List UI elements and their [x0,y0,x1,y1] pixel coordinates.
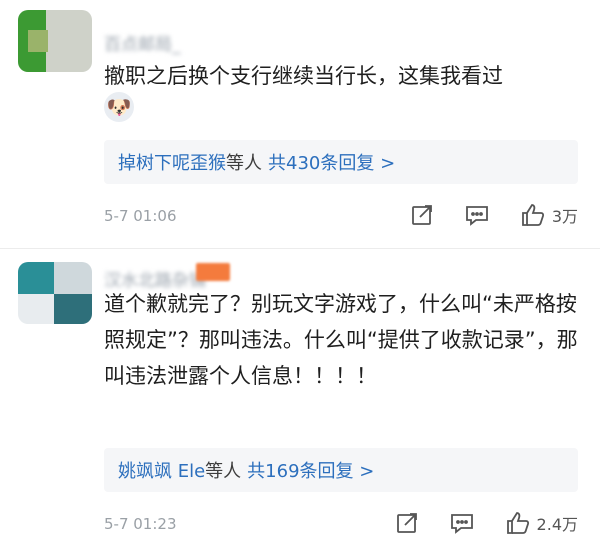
like-count: 3万 [551,207,578,226]
username[interactable]: 百点邮局_ [104,30,181,55]
replies-preview-button[interactable]: 姚飒飒 Ele 等人 共169条回复 > [104,448,578,492]
comment-text: 撤职之后换个支行继续当行长，这集我看过 [104,64,503,88]
avatar[interactable] [18,10,92,72]
share-button[interactable] [395,511,419,535]
share-icon [411,205,432,225]
comment-item: 汉水北路杂铺 道个歉就完了？别玩文字游戏了，什么叫“未严格按照规定”？那叫违法。… [0,248,600,534]
thumbs-up-icon [506,512,529,534]
comment-button[interactable] [449,511,475,535]
comment-timestamp: 5-7 01:06 [104,207,177,225]
reply-others-label: 等人 [205,461,242,482]
user-badge [196,263,230,281]
comment-button[interactable] [464,203,490,227]
emoji-sticker: 🐶 [104,92,134,122]
share-button[interactable] [410,203,434,227]
comment-item: 百点邮局_ 撤职之后换个支行继续当行长，这集我看过 🐶 掉树下呢歪猴 等人 共4… [0,0,600,248]
share-icon [396,513,417,533]
reply-count: 共169条回复 > [247,461,375,482]
reply-count: 共430条回复 > [268,153,396,174]
avatar[interactable] [18,262,92,324]
reply-usernames: 掉树下呢歪猴 [118,153,226,174]
comment-actions: 3万 [380,202,578,228]
thumbs-up-icon [521,204,544,226]
like-button[interactable]: 2.4万 [505,510,578,536]
comment-icon [450,514,473,534]
comment-timestamp: 5-7 01:23 [104,515,177,533]
comment-text: 道个歉就完了？别玩文字游戏了，什么叫“未严格按照规定”？那叫违法。什么叫“提供了… [104,292,578,388]
reply-usernames: 姚飒飒 Ele [118,461,206,482]
comment-icon [465,206,488,226]
reply-others-label: 等人 [226,153,262,174]
comment-actions: 2.4万 [365,510,578,536]
like-button[interactable]: 3万 [520,202,578,228]
like-count: 2.4万 [536,515,578,534]
replies-preview-button[interactable]: 掉树下呢歪猴 等人 共430条回复 > [104,140,578,184]
